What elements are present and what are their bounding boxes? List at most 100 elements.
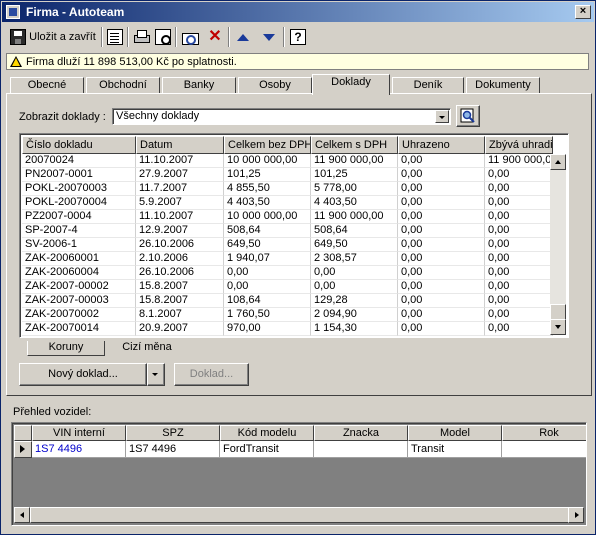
table-row[interactable]: SP-2007-4 12.9.2007 508,64 508,64 0,00 0,00 bbox=[22, 224, 553, 238]
table-cell: 0,00 bbox=[224, 266, 311, 280]
print-icon bbox=[133, 29, 150, 45]
filter-label: Zobrazit doklady : bbox=[19, 111, 106, 123]
table-cell: 0,00 bbox=[398, 168, 485, 182]
document-icon bbox=[107, 29, 123, 45]
table-row[interactable]: ZAK-20060004 26.10.2006 0,00 0,00 0,00 0,00 bbox=[22, 266, 553, 280]
scroll-left-button[interactable] bbox=[14, 507, 30, 523]
print-button[interactable] bbox=[131, 26, 151, 48]
document-filter-select[interactable]: Všechny doklady bbox=[112, 108, 451, 125]
save-close-button[interactable]: Uložit a zavřít bbox=[7, 26, 99, 48]
vehicles-horizontal-scrollbar[interactable] bbox=[14, 507, 584, 523]
email-button[interactable] bbox=[179, 26, 201, 48]
chevron-down-icon bbox=[149, 368, 163, 381]
table-cell: ZAK-20060004 bbox=[22, 266, 136, 280]
tab-banky[interactable]: Banky bbox=[162, 77, 236, 94]
column-header[interactable]: Model bbox=[408, 425, 502, 441]
column-header[interactable]: Celkem s DPH bbox=[311, 136, 398, 154]
table-row[interactable]: ZAK-2007-00002 15.8.2007 0,00 0,00 0,00 0,00 bbox=[22, 280, 553, 294]
table-cell: 26.10.2006 bbox=[136, 266, 224, 280]
help-button[interactable]: ? bbox=[288, 26, 308, 48]
tab-obecne[interactable]: Obecné bbox=[10, 77, 84, 94]
tab-dokumenty[interactable]: Dokumenty bbox=[466, 77, 540, 94]
scroll-thumb[interactable] bbox=[30, 507, 570, 523]
table-row[interactable]: POKL-20070004 5.9.2007 4 403,50 4 403,50 0,0… bbox=[22, 196, 553, 210]
vehicles-table[interactable]: VIN interní SPZ Kód modelu Znacka Model … bbox=[11, 422, 587, 526]
search-button[interactable] bbox=[456, 105, 480, 127]
vin-link[interactable]: 1S7 4496 bbox=[32, 441, 126, 458]
table-cell: 0,00 bbox=[398, 322, 485, 336]
move-up-button[interactable] bbox=[233, 26, 253, 48]
table-cell: 2 308,57 bbox=[311, 252, 398, 266]
table-row[interactable]: ZAK-20070014 20.9.2007 970,00 1 154,30 0,00 0… bbox=[22, 322, 553, 336]
column-header[interactable]: Zbývá uhradit bbox=[485, 136, 553, 154]
table-row[interactable]: 20070024 11.10.2007 10 000 000,00 11 900 00… bbox=[22, 154, 553, 168]
save-icon bbox=[10, 29, 27, 45]
table-cell: ZAK-20070014 bbox=[22, 322, 136, 336]
table-cell: 20070024 bbox=[22, 154, 136, 168]
table-cell: FordTransit bbox=[220, 441, 314, 458]
table-cell: ZAK-20060001 bbox=[22, 252, 136, 266]
documents-vertical-scrollbar[interactable] bbox=[550, 154, 566, 335]
column-header[interactable]: Datum bbox=[136, 136, 224, 154]
delete-button[interactable]: ✕ bbox=[205, 26, 225, 48]
table-row[interactable]: ZAK-2007-00003 15.8.2007 108,64 129,28 0,00 0… bbox=[22, 294, 553, 308]
table-cell: POKL-20070004 bbox=[22, 196, 136, 210]
table-cell: 0,00 bbox=[311, 266, 398, 280]
window-title: Firma - Autoteam bbox=[26, 5, 125, 19]
table-cell: 1 154,30 bbox=[311, 322, 398, 336]
tab-koruny[interactable]: Koruny bbox=[27, 341, 105, 356]
documents-table[interactable]: Číslo dokladu Datum Celkem bez DPH Celke… bbox=[19, 133, 569, 338]
document-button[interactable] bbox=[105, 26, 125, 48]
table-row[interactable]: POKL-20070003 11.7.2007 4 855,50 5 778,00 0,… bbox=[22, 182, 553, 196]
close-button[interactable]: × bbox=[575, 5, 591, 19]
column-header[interactable]: Celkem bez DPH bbox=[224, 136, 311, 154]
table-cell: 0,00 bbox=[485, 252, 553, 266]
title-bar[interactable]: Firma - Autoteam × bbox=[2, 2, 594, 22]
new-document-dropdown[interactable] bbox=[147, 363, 165, 386]
table-row[interactable]: ZAK-20060001 2.10.2006 1 940,07 2 308,57 0,0… bbox=[22, 252, 553, 266]
help-icon: ? bbox=[290, 29, 306, 45]
scroll-right-button[interactable] bbox=[568, 507, 584, 523]
chevron-down-icon[interactable] bbox=[435, 110, 449, 123]
table-cell: 101,25 bbox=[224, 168, 311, 182]
table-cell: 27.9.2007 bbox=[136, 168, 224, 182]
table-cell: 508,64 bbox=[311, 224, 398, 238]
table-row[interactable]: PN2007-0001 27.9.2007 101,25 101,25 0,00 0,00 bbox=[22, 168, 553, 182]
column-header[interactable]: Uhrazeno bbox=[398, 136, 485, 154]
table-cell: 108,64 bbox=[224, 294, 311, 308]
table-cell: ZAK-20070002 bbox=[22, 308, 136, 322]
scroll-down-button[interactable] bbox=[550, 319, 566, 335]
column-header[interactable]: Rok bbox=[502, 425, 586, 441]
column-header[interactable]: Znacka bbox=[314, 425, 408, 441]
table-cell: ZAK-2007-00002 bbox=[22, 280, 136, 294]
table-cell: 10 000 000,00 bbox=[224, 210, 311, 224]
table-cell: 0,00 bbox=[224, 280, 311, 294]
save-close-label: Uložit a zavřít bbox=[29, 31, 96, 43]
move-down-button[interactable] bbox=[259, 26, 279, 48]
table-cell: 0,00 bbox=[485, 280, 553, 294]
tab-obchodni[interactable]: Obchodní bbox=[86, 77, 160, 94]
column-header[interactable]: Číslo dokladu bbox=[22, 136, 136, 154]
tab-osoby[interactable]: Osoby bbox=[238, 77, 312, 94]
document-button-disabled[interactable]: Doklad... bbox=[174, 363, 249, 386]
scroll-up-button[interactable] bbox=[550, 154, 566, 170]
new-document-button[interactable]: Nový doklad... bbox=[19, 363, 147, 386]
tab-denik[interactable]: Deník bbox=[392, 77, 464, 94]
table-row[interactable]: PZ2007-0004 11.10.2007 10 000 000,00 11 900… bbox=[22, 210, 553, 224]
scroll-thumb[interactable] bbox=[550, 304, 566, 320]
table-cell: 0,00 bbox=[398, 182, 485, 196]
tab-cizi-mena[interactable]: Cizí měna bbox=[109, 341, 185, 356]
column-header[interactable]: VIN interní bbox=[32, 425, 126, 441]
print-preview-button[interactable] bbox=[153, 26, 173, 48]
column-header[interactable]: Kód modelu bbox=[220, 425, 314, 441]
tab-doklady[interactable]: Doklady bbox=[312, 74, 390, 95]
table-cell: 0,00 bbox=[485, 238, 553, 252]
row-selector[interactable] bbox=[14, 441, 32, 458]
tab-strip: Obecné Obchodní Banky Osoby Doklady Dení… bbox=[1, 74, 596, 95]
table-row[interactable]: 1S7 4496 1S7 4496 FordTransit Transit bbox=[14, 441, 586, 458]
column-header[interactable]: SPZ bbox=[126, 425, 220, 441]
delete-icon: ✕ bbox=[208, 28, 222, 45]
table-cell: 0,00 bbox=[398, 280, 485, 294]
table-row[interactable]: SV-2006-1 26.10.2006 649,50 649,50 0,00 0,00 bbox=[22, 238, 553, 252]
table-row[interactable]: ZAK-20070002 8.1.2007 1 760,50 2 094,90 0,00… bbox=[22, 308, 553, 322]
